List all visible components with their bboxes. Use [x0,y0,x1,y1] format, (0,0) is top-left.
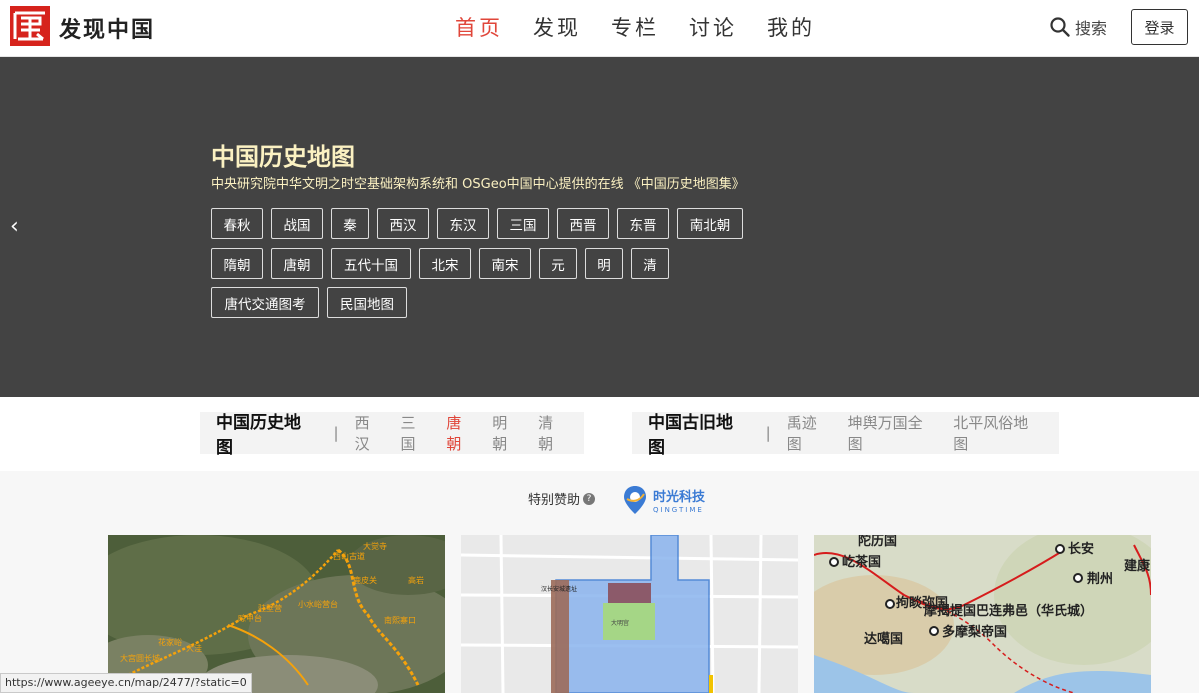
search-label: 搜索 [1075,19,1108,38]
hero-title: 中国历史地图 [211,143,355,171]
history-map-title[interactable]: 中国历史地图 [216,408,318,458]
filter-item[interactable]: 清朝 [538,412,568,454]
dynasty-tag[interactable]: 唐朝 [271,248,323,279]
dynasty-tag[interactable]: 战国 [271,208,323,239]
map-label: 建康 [1124,558,1151,574]
map-label: 摩揭提国巴连弗邑（华氏城） [924,603,1093,619]
map-label: 大觉寺 [363,541,387,551]
filter-item-active[interactable]: 唐朝 [446,412,476,454]
map-label: 南熙寨口 [384,615,416,625]
separator: | [765,424,771,442]
filter-item[interactable]: 西汉 [355,412,385,454]
search-icon [1050,17,1070,37]
hero-banner: ‹ 中国历史地图 中央研究院中华文明之时空基础架构系统和 OSGeo中国中心提供… [0,57,1199,397]
nav-discover[interactable]: 发现 [533,12,581,42]
category-strip: 中国历史地图 | 西汉 三国 唐朝 明朝 清朝 中国古旧地图 | 禹迹图 坤舆万… [0,397,1199,471]
carousel-prev-icon[interactable]: ‹ [10,215,28,239]
nav-discussion[interactable]: 讨论 [689,12,737,42]
dynasty-tag[interactable]: 三国 [497,208,549,239]
ancient-map-title[interactable]: 中国古旧地图 [648,408,750,458]
sponsor-logo[interactable]: 时光科技 QINGTIME [623,485,705,515]
brand-logo-icon[interactable] [10,6,50,46]
nav-mine[interactable]: 我的 [767,12,815,42]
help-icon[interactable]: ? [583,492,596,505]
dynasty-tag[interactable]: 东晋 [617,208,669,239]
filter-item[interactable]: 坤舆万国全图 [848,412,938,454]
nav-columns[interactable]: 专栏 [611,12,659,42]
dynasty-tag[interactable]: 西汉 [377,208,429,239]
login-button[interactable]: 登录 [1131,9,1188,45]
map-label: 屹茶国 [842,554,881,570]
map-label: 多摩梨帝国 [942,624,1007,640]
map-label: 驻壁营 [258,603,282,613]
sponsor-label: 特别赞助 ? [528,489,596,508]
dynasty-tag[interactable]: 明 [585,248,623,279]
dynasty-tag[interactable]: 民国地图 [327,287,407,318]
map-card-route[interactable]: 屹茶国 长安 荆州 建康 拘睒弥国 摩揭提国巴连弗邑（华氏城） 达噶国 多摩梨帝… [814,535,1151,693]
ancient-map-filter: 中国古旧地图 | 禹迹图 坤舆万国全图 北平风俗地图 [632,412,1059,458]
dynasty-tag[interactable]: 元 [539,248,577,279]
brand-name[interactable]: 发现中国 [59,12,155,44]
separator: | [333,424,339,442]
filter-item[interactable]: 三国 [400,412,430,454]
top-header: 发现中国 首页 发现 专栏 讨论 我的 搜索 登录 [0,0,1199,57]
dynasty-tag[interactable]: 五代十国 [331,248,411,279]
dynasty-tag[interactable]: 南北朝 [677,208,743,239]
search-button[interactable]: 搜索 [1049,15,1107,39]
filter-item[interactable]: 北平风俗地图 [953,412,1043,454]
map-card-city[interactable]: 汉长安城遗址 大明宫 [461,535,798,693]
main-nav: 首页 发现 专栏 讨论 我的 [455,12,815,42]
sponsor-label-text: 特别赞助 [528,493,581,508]
map-label: 小水峪营台 [298,599,338,609]
map-label: 汉长安城遗址 [541,585,577,593]
map-label: 达噶国 [864,631,903,647]
sponsor-text: 时光科技 QINGTIME [653,486,705,514]
dynasty-tag[interactable]: 春秋 [211,208,263,239]
map-label: 花家峪 [158,637,182,647]
browser-status-url: https://www.ageeye.cn/map/2477/?static=0 [0,673,252,693]
dynasty-tag[interactable]: 唐代交通图考 [211,287,319,318]
map-label: 荆州 [1087,571,1113,587]
nav-home[interactable]: 首页 [455,12,503,42]
map-label: 晾甲台 [238,613,262,623]
map-label: 大明宫 [611,619,629,627]
filter-item[interactable]: 禹迹图 [787,412,832,454]
map-label: 陀历国 [858,535,897,549]
map-label: 长安 [1068,541,1094,557]
dynasty-tag[interactable]: 西晋 [557,208,609,239]
map-card-satellite[interactable]: 西山古道 大觉寺 小水峪营台 花家峪 大宫圆长城 鹿皮关 驻壁营 高岩 南熙寨口… [108,535,445,693]
dynasty-tag[interactable]: 秦 [331,208,369,239]
sponsor-sub: QINGTIME [653,506,704,514]
map-pin-icon [624,486,646,514]
map-label: 高岩 [408,575,424,585]
map-label: 鹿皮关 [353,575,377,585]
dynasty-tag[interactable]: 清 [631,248,669,279]
dynasty-tag[interactable]: 东汉 [437,208,489,239]
sponsor-name: 时光科技 [653,490,706,505]
dynasty-tag[interactable]: 北宋 [419,248,471,279]
map-label: 大宫圆长城 [120,653,160,663]
map-label: 大洼 [186,643,202,653]
satellite-map-thumbnail: 西山古道 大觉寺 小水峪营台 花家峪 大宫圆长城 鹿皮关 驻壁营 高岩 南熙寨口… [108,535,445,693]
dynasty-tag[interactable]: 隋朝 [211,248,263,279]
route-map-thumbnail: 屹茶国 长安 荆州 建康 拘睒弥国 摩揭提国巴连弗邑（华氏城） 达噶国 多摩梨帝… [814,535,1151,693]
filter-item[interactable]: 明朝 [492,412,522,454]
map-label: 西山古道 [333,551,365,561]
city-map-thumbnail: 汉长安城遗址 大明宫 [461,535,798,693]
history-map-filter: 中国历史地图 | 西汉 三国 唐朝 明朝 清朝 [200,412,584,458]
hero-subtitle: 中央研究院中华文明之时空基础架构系统和 OSGeo中国中心提供的在线 《中国历史… [211,177,745,192]
dynasty-tag[interactable]: 南宋 [479,248,531,279]
